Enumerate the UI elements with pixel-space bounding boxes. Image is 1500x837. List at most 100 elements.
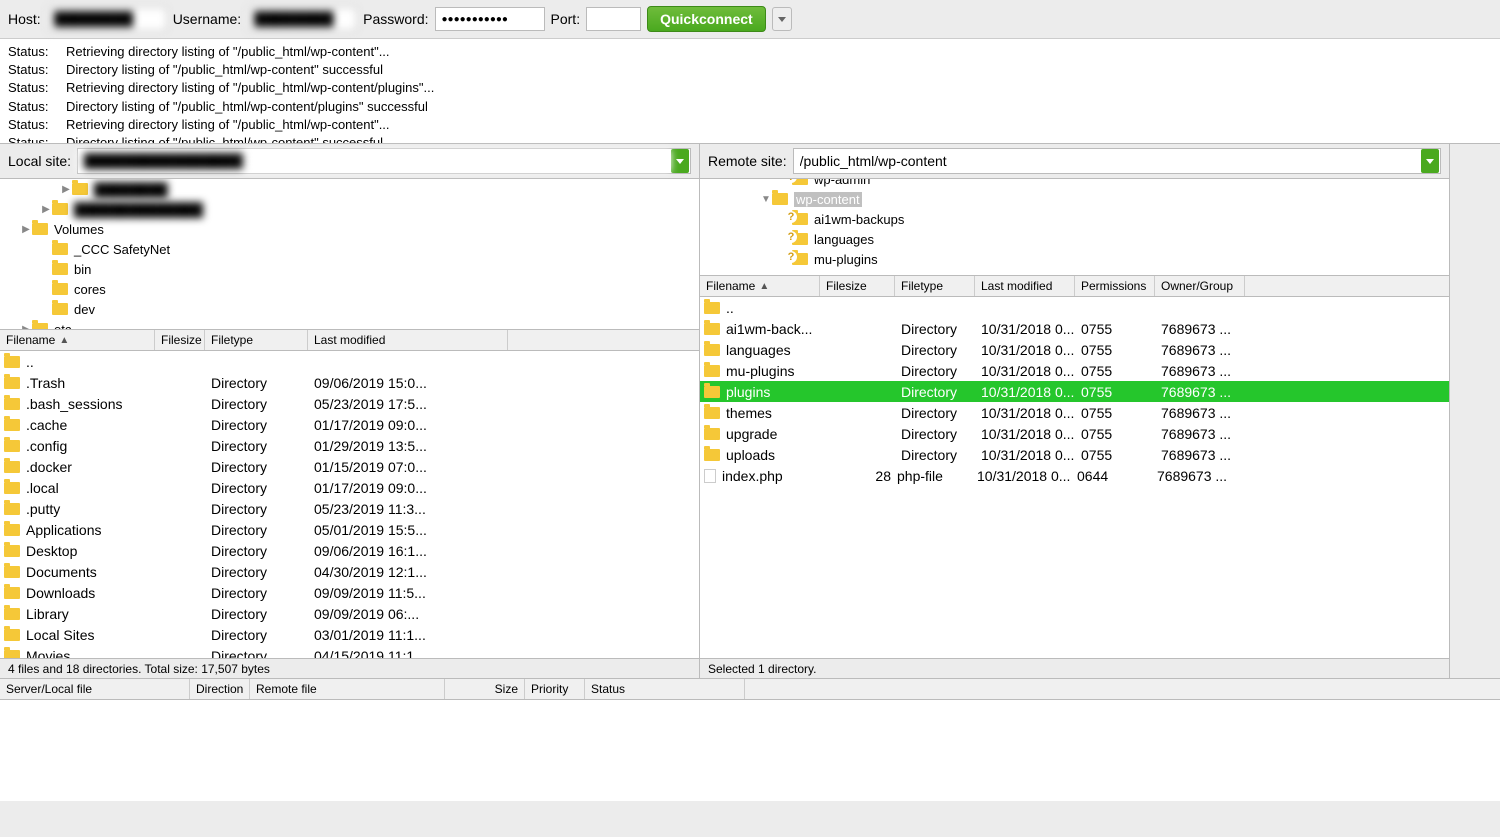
remote-col-permissions[interactable]: Permissions xyxy=(1075,276,1155,296)
list-item[interactable]: .bash_sessionsDirectory05/23/2019 17:5..… xyxy=(0,393,699,414)
remote-col-filetype[interactable]: Filetype xyxy=(895,276,975,296)
list-item[interactable]: Local SitesDirectory03/01/2019 11:1... xyxy=(0,624,699,645)
folder-icon xyxy=(792,213,808,225)
remote-col-filename[interactable]: Filename▲ xyxy=(700,276,820,296)
list-item[interactable]: languagesDirectory10/31/2018 0...0755768… xyxy=(700,339,1449,360)
local-tree[interactable]: ██████████████████████Volumes_CCC Safety… xyxy=(0,179,699,329)
list-item[interactable]: pluginsDirectory10/31/2018 0...075576896… xyxy=(700,381,1449,402)
disclosure-arrow-icon[interactable] xyxy=(60,184,72,195)
tree-item[interactable]: wp-admin xyxy=(700,179,1449,189)
tree-item-label: ████████ xyxy=(94,182,168,197)
list-item[interactable]: themesDirectory10/31/2018 0...0755768967… xyxy=(700,402,1449,423)
list-item[interactable]: ApplicationsDirectory05/01/2019 15:5... xyxy=(0,519,699,540)
list-item[interactable]: .. xyxy=(700,297,1449,318)
folder-icon xyxy=(72,183,88,195)
tree-item[interactable]: bin xyxy=(0,259,699,279)
queue-col-direction[interactable]: Direction xyxy=(190,679,250,699)
tree-item[interactable]: ████████ xyxy=(0,179,699,199)
folder-icon xyxy=(4,482,20,494)
folder-icon xyxy=(792,233,808,245)
tree-item-label: ██████████████ xyxy=(74,202,203,217)
local-col-filename[interactable]: Filename▲ xyxy=(0,330,155,350)
local-status-bar: 4 files and 18 directories. Total size: … xyxy=(0,658,699,678)
remote-col-filesize[interactable]: Filesize xyxy=(820,276,895,296)
tree-item[interactable]: mu-plugins xyxy=(700,249,1449,269)
remote-tree[interactable]: wp-admin wp-contentai1wm-backups languages… xyxy=(700,179,1449,275)
list-item[interactable]: DocumentsDirectory04/30/2019 12:1... xyxy=(0,561,699,582)
tree-item[interactable]: _CCC SafetyNet xyxy=(0,239,699,259)
folder-icon xyxy=(4,587,20,599)
tree-item-label: dev xyxy=(74,302,95,317)
tree-item-label: languages xyxy=(814,232,874,247)
list-item[interactable]: mu-pluginsDirectory10/31/2018 0...075576… xyxy=(700,360,1449,381)
tree-item[interactable]: cores xyxy=(0,279,699,299)
list-item[interactable]: upgradeDirectory10/31/2018 0...075576896… xyxy=(700,423,1449,444)
queue-col-server[interactable]: Server/Local file xyxy=(0,679,190,699)
tree-item[interactable]: dev xyxy=(0,299,699,319)
remote-columns: Filename▲ Filesize Filetype Last modifie… xyxy=(700,275,1449,297)
host-input[interactable] xyxy=(47,7,167,31)
password-label: Password: xyxy=(363,11,428,27)
remote-path-input[interactable] xyxy=(794,150,1421,172)
list-item[interactable]: LibraryDirectory09/09/2019 06:... xyxy=(0,603,699,624)
folder-icon xyxy=(772,193,788,205)
tree-item[interactable]: etc xyxy=(0,319,699,329)
local-pane: Local site: ██████████████████████Volume… xyxy=(0,144,700,678)
queue-col-remote[interactable]: Remote file xyxy=(250,679,445,699)
local-col-filetype[interactable]: Filetype xyxy=(205,330,308,350)
folder-icon xyxy=(704,386,720,398)
quickconnect-button[interactable]: Quickconnect xyxy=(647,6,766,32)
queue-col-size[interactable]: Size xyxy=(445,679,525,699)
quickconnect-dropdown[interactable] xyxy=(772,7,792,31)
remote-col-owner[interactable]: Owner/Group xyxy=(1155,276,1245,296)
list-item[interactable]: DesktopDirectory09/06/2019 16:1... xyxy=(0,540,699,561)
folder-icon xyxy=(4,566,20,578)
folder-icon xyxy=(52,243,68,255)
queue-area[interactable] xyxy=(0,700,1500,801)
status-log: Status:Retrieving directory listing of "… xyxy=(0,39,1500,144)
tree-item-label: etc xyxy=(54,322,71,330)
folder-icon xyxy=(32,223,48,235)
local-file-list[interactable]: ...TrashDirectory09/06/2019 15:0....bash… xyxy=(0,351,699,658)
password-input[interactable] xyxy=(435,7,545,31)
tree-item[interactable]: ai1wm-backups xyxy=(700,209,1449,229)
tree-item[interactable]: Volumes xyxy=(0,219,699,239)
tree-item[interactable]: wp-content xyxy=(700,189,1449,209)
remote-col-modified[interactable]: Last modified xyxy=(975,276,1075,296)
list-item[interactable]: .cacheDirectory01/17/2019 09:0... xyxy=(0,414,699,435)
remote-site-label: Remote site: xyxy=(708,153,787,169)
remote-file-list[interactable]: ..ai1wm-back...Directory10/31/2018 0...0… xyxy=(700,297,1449,658)
list-item[interactable]: ai1wm-back...Directory10/31/2018 0...075… xyxy=(700,318,1449,339)
list-item[interactable]: MoviesDirectory04/15/2019 11:1... xyxy=(0,645,699,658)
list-item[interactable]: .puttyDirectory05/23/2019 11:3... xyxy=(0,498,699,519)
queue-col-priority[interactable]: Priority xyxy=(525,679,585,699)
local-path-dropdown[interactable] xyxy=(671,149,689,173)
list-item[interactable]: .TrashDirectory09/06/2019 15:0... xyxy=(0,372,699,393)
disclosure-arrow-icon[interactable] xyxy=(20,224,32,235)
local-col-filesize[interactable]: Filesize xyxy=(155,330,205,350)
username-label: Username: xyxy=(173,11,241,27)
list-item[interactable]: .configDirectory01/29/2019 13:5... xyxy=(0,435,699,456)
connection-bar: Host: Username: Password: Port: Quickcon… xyxy=(0,0,1500,39)
list-item[interactable]: .dockerDirectory01/15/2019 07:0... xyxy=(0,456,699,477)
port-input[interactable] xyxy=(586,7,641,31)
queue-col-status[interactable]: Status xyxy=(585,679,745,699)
list-item[interactable]: index.php28php-file10/31/2018 0...064476… xyxy=(700,465,1449,486)
disclosure-arrow-icon[interactable] xyxy=(20,324,32,330)
list-item[interactable]: uploadsDirectory10/31/2018 0...075576896… xyxy=(700,444,1449,465)
remote-path-dropdown[interactable] xyxy=(1421,149,1439,173)
disclosure-arrow-icon[interactable] xyxy=(40,204,52,215)
list-item[interactable]: DownloadsDirectory09/09/2019 11:5... xyxy=(0,582,699,603)
tree-item[interactable]: ██████████████ xyxy=(0,199,699,219)
list-item[interactable]: .. xyxy=(0,351,699,372)
folder-icon xyxy=(704,428,720,440)
list-item[interactable]: .localDirectory01/17/2019 09:0... xyxy=(0,477,699,498)
username-input[interactable] xyxy=(247,7,357,31)
tree-item[interactable]: languages xyxy=(700,229,1449,249)
local-col-modified[interactable]: Last modified xyxy=(308,330,508,350)
disclosure-arrow-icon[interactable] xyxy=(760,194,772,205)
folder-icon xyxy=(32,323,48,329)
folder-icon xyxy=(704,365,720,377)
local-path-input[interactable] xyxy=(78,150,671,172)
tree-item-label: wp-admin xyxy=(814,179,870,187)
